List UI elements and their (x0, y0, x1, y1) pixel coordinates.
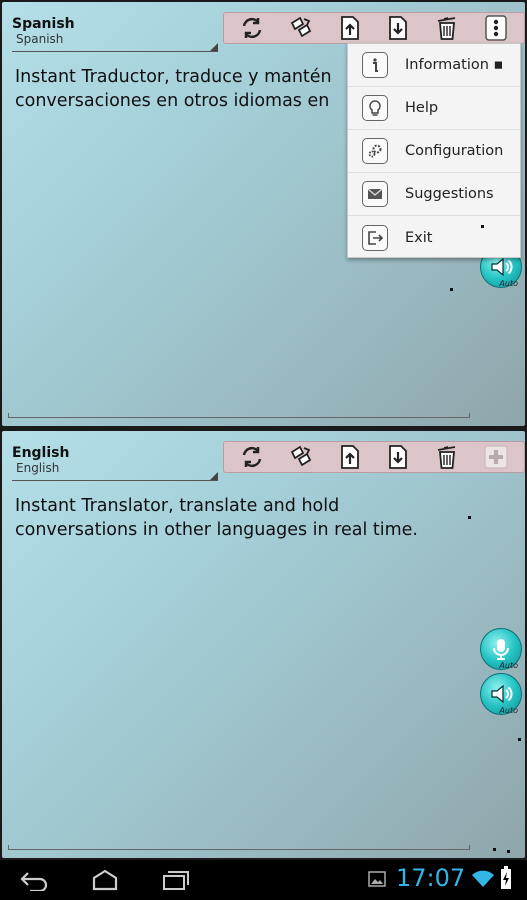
speck (450, 288, 453, 291)
target-language-sub: English (16, 461, 60, 475)
upload-button[interactable] (334, 14, 366, 42)
wifi-icon (472, 870, 494, 887)
menu-item-information[interactable]: Information ▪ (348, 44, 520, 87)
upload-icon (340, 16, 359, 40)
source-language-sub: Spanish (16, 32, 64, 46)
info-icon (373, 58, 378, 72)
battery-charging-icon (501, 866, 511, 889)
dropdown-corner-icon (210, 43, 218, 51)
swap-icon (290, 16, 312, 38)
target-language-name: English (12, 445, 70, 461)
divider (12, 51, 218, 52)
speck (507, 850, 510, 853)
auto-label: Auto (499, 706, 518, 715)
trash-icon (437, 17, 456, 40)
envelope-icon (367, 188, 383, 199)
source-toolbar (223, 12, 525, 44)
download-button[interactable] (382, 443, 414, 471)
speaker-icon (491, 684, 513, 704)
back-button[interactable] (10, 866, 60, 894)
divider (12, 480, 218, 481)
auto-label: Auto (499, 279, 518, 288)
swap-icon (290, 445, 312, 467)
text-area-baseline (8, 845, 470, 850)
overflow-menu: Information ▪ Help Configuration Suggest… (347, 43, 521, 258)
home-icon (92, 869, 118, 891)
speck (518, 738, 521, 741)
menu-item-exit[interactable]: Exit (348, 216, 520, 259)
download-button[interactable] (382, 14, 414, 42)
overflow-menu-icon (484, 15, 507, 41)
lightbulb-icon-frame (362, 95, 388, 121)
speck (468, 516, 471, 519)
refresh-icon (243, 17, 262, 39)
upload-icon (340, 445, 359, 469)
dropdown-corner-icon (210, 472, 218, 480)
menu-label-information: Information ▪ (405, 57, 504, 73)
target-panel: English English Instant Translator, tran… (2, 431, 525, 858)
clear-button[interactable] (431, 14, 463, 42)
status-clock: 17:07 (396, 864, 466, 892)
target-language-selector[interactable]: English English (12, 445, 218, 481)
menu-label-suggestions: Suggestions (405, 186, 494, 202)
source-language-selector[interactable]: Spanish Spanish (12, 16, 218, 52)
refresh-icon (243, 446, 262, 468)
overflow-menu-button[interactable] (480, 14, 512, 42)
refresh-button[interactable] (236, 443, 268, 471)
swap-button[interactable] (285, 443, 317, 471)
upload-button[interactable] (334, 443, 366, 471)
speck (481, 225, 484, 228)
menu-label-configuration: Configuration (405, 143, 504, 159)
recent-apps-icon (163, 871, 189, 890)
gears-icon (368, 144, 382, 158)
target-toolbar (223, 441, 525, 473)
menu-item-configuration[interactable]: Configuration (348, 130, 520, 173)
info-icon-frame (362, 52, 388, 78)
text-area-baseline (8, 413, 470, 418)
target-mic-button[interactable]: Auto (480, 628, 522, 670)
recent-apps-button[interactable] (150, 866, 200, 894)
menu-item-help[interactable]: Help (348, 87, 520, 130)
speck (493, 848, 496, 851)
download-icon (389, 16, 408, 40)
menu-label-exit: Exit (405, 229, 433, 246)
translated-text[interactable]: Instant Translator, translate and hold c… (15, 494, 515, 542)
microphone-icon (493, 639, 509, 660)
gallery-notification-icon (368, 871, 386, 887)
back-icon (20, 872, 48, 891)
trash-icon (437, 446, 456, 469)
source-language-name: Spanish (12, 16, 75, 32)
exit-icon (368, 230, 384, 245)
lightbulb-icon (369, 100, 381, 116)
home-button[interactable] (80, 866, 130, 894)
clear-button[interactable] (431, 443, 463, 471)
envelope-icon-frame (362, 181, 388, 207)
download-icon (389, 445, 408, 469)
menu-item-suggestions[interactable]: Suggestions (348, 173, 520, 216)
swap-button[interactable] (285, 14, 317, 42)
menu-label-help: Help (405, 100, 439, 116)
refresh-button[interactable] (236, 14, 268, 42)
add-button[interactable] (480, 443, 512, 471)
auto-label: Auto (499, 661, 518, 670)
add-icon (484, 445, 508, 469)
system-navigation-bar: 17:07 (0, 860, 527, 900)
exit-icon-frame (362, 224, 388, 251)
gears-icon-frame (362, 138, 388, 164)
target-speaker-button[interactable]: Auto (480, 673, 522, 715)
